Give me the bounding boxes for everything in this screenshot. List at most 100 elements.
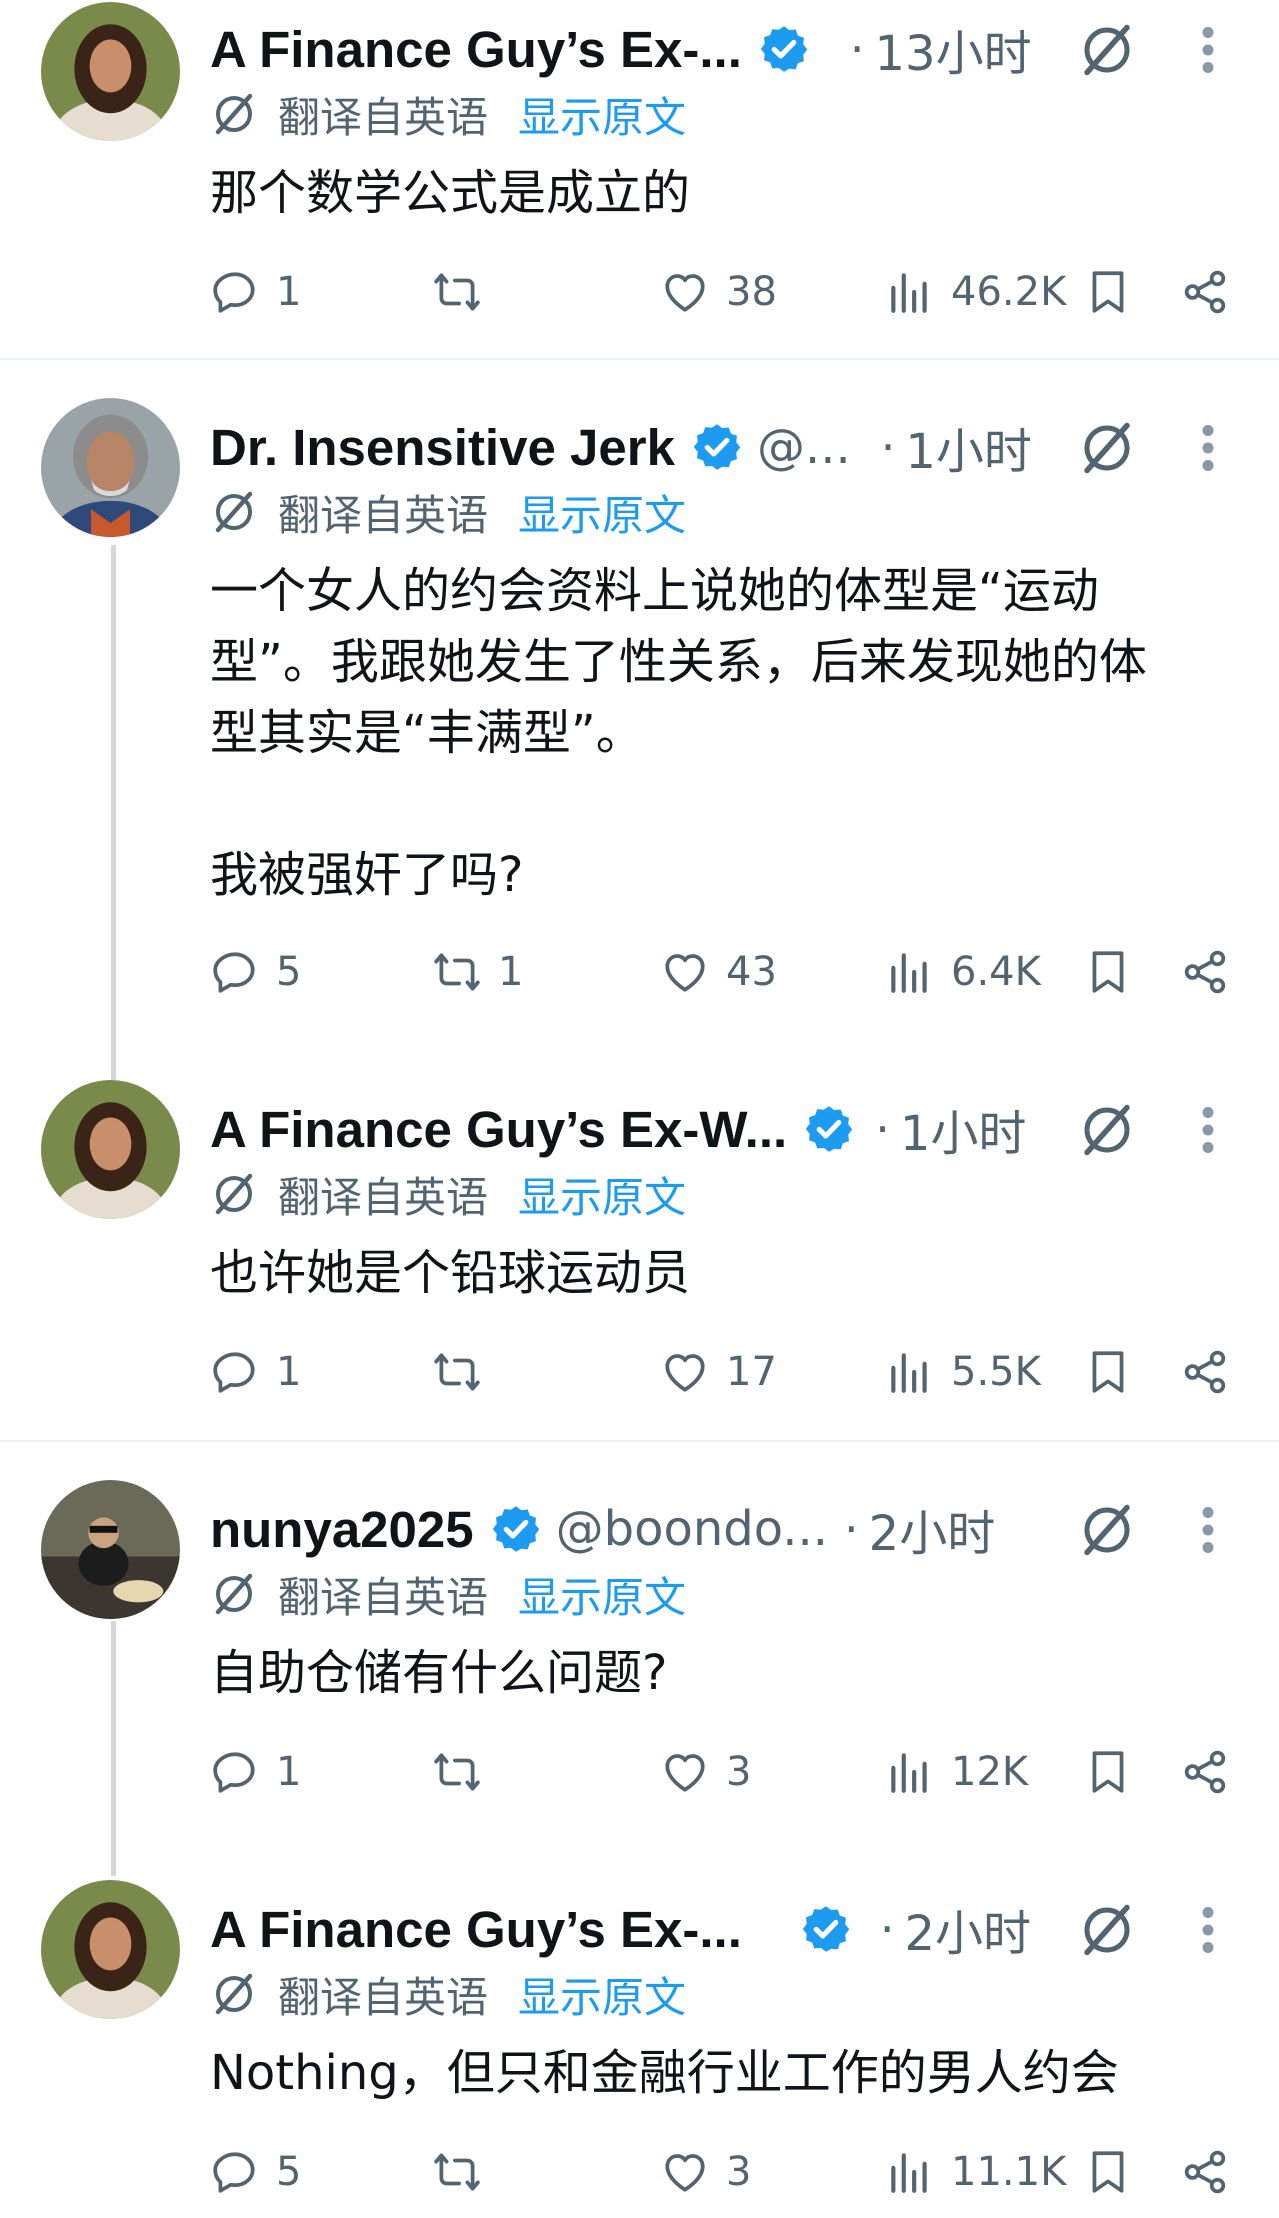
- repost-button[interactable]: [432, 2142, 498, 2202]
- tweet-header: A Finance Guy’s Ex-... · 13小时: [210, 14, 1032, 84]
- grok-icon[interactable]: [1077, 418, 1137, 478]
- tweet[interactable]: A Finance Guy’s Ex-W... · 1小时 翻译自英语 显示原文…: [0, 1080, 1279, 1440]
- reply-icon: [213, 1752, 255, 1793]
- separator-dot: ·: [844, 1502, 859, 1556]
- reply-button[interactable]: 1: [210, 1342, 301, 1402]
- avatar[interactable]: [41, 398, 180, 537]
- more-options-icon[interactable]: [1196, 1900, 1220, 1960]
- timestamp[interactable]: 1小时: [900, 1094, 1027, 1164]
- grok-icon[interactable]: [1077, 1900, 1137, 1960]
- timestamp[interactable]: 1小时: [905, 412, 1032, 482]
- grok-icon: [215, 1973, 253, 2015]
- heart-icon: [665, 2154, 705, 2192]
- view-count: 46.2K: [951, 269, 1067, 315]
- grok-icon: [215, 1173, 253, 1215]
- bookmark-icon[interactable]: [1083, 2145, 1133, 2199]
- show-original-link[interactable]: 显示原文: [518, 84, 686, 145]
- tweet[interactable]: nunya2025 @boondo... · 2小时 翻译自英语 显示原文 自助…: [0, 1480, 1279, 1840]
- show-original-link[interactable]: 显示原文: [518, 1964, 686, 2025]
- share-icon[interactable]: [1180, 1345, 1230, 1399]
- reply-button[interactable]: 5: [210, 942, 301, 1002]
- views-icon: [891, 1753, 927, 1793]
- heart-icon: [665, 954, 705, 992]
- user-handle[interactable]: @...: [757, 419, 851, 475]
- share-icon[interactable]: [1180, 1745, 1230, 1799]
- more-options-icon[interactable]: [1196, 20, 1220, 80]
- reply-icon: [213, 1352, 255, 1393]
- more-options-icon[interactable]: [1196, 1500, 1220, 1560]
- repost-button[interactable]: [432, 1742, 498, 1802]
- translated-from-label: 翻译自英语: [278, 92, 489, 142]
- view-count: 6.4K: [951, 949, 1041, 995]
- show-original-link[interactable]: 显示原文: [518, 1164, 686, 1225]
- grok-icon[interactable]: [1077, 20, 1137, 80]
- like-button[interactable]: 3: [660, 1742, 751, 1802]
- tweet[interactable]: Dr. Insensitive Jerk @... · 1小时 翻译自英语 显示…: [0, 398, 1279, 1038]
- reply-button[interactable]: 1: [210, 262, 301, 322]
- display-name[interactable]: A Finance Guy’s Ex-W...: [210, 1100, 787, 1159]
- repost-button[interactable]: 1: [432, 942, 523, 1002]
- separator-dot: ·: [879, 1902, 895, 1956]
- avatar[interactable]: [41, 2, 180, 141]
- avatar[interactable]: [41, 1480, 180, 1619]
- grok-icon: [215, 491, 253, 533]
- views-button[interactable]: 46.2K: [885, 262, 1066, 322]
- tweet-divider: [0, 358, 1279, 360]
- bookmark-icon[interactable]: [1083, 1345, 1133, 1399]
- bookmark-icon[interactable]: [1083, 1745, 1133, 1799]
- timestamp[interactable]: 2小时: [869, 1494, 996, 1564]
- tweet-text: Nothing，但只和金融行业工作的男人约会: [210, 2045, 1119, 2101]
- like-count: 38: [726, 269, 777, 315]
- tweet-text: 那个数学公式是成立的: [210, 165, 691, 221]
- timestamp[interactable]: 13小时: [875, 14, 1032, 84]
- show-original-link[interactable]: 显示原文: [518, 1564, 686, 1625]
- reply-button[interactable]: 5: [210, 2142, 301, 2202]
- grok-icon[interactable]: [1077, 1100, 1137, 1160]
- repost-button[interactable]: [432, 262, 498, 322]
- verified-badge-icon: [492, 1506, 539, 1552]
- tweet-text: 自助仓储有什么问题?: [210, 1645, 668, 1701]
- timestamp[interactable]: 2小时: [905, 1894, 1032, 1964]
- like-button[interactable]: 38: [660, 262, 777, 322]
- reply-count: 5: [276, 2149, 302, 2195]
- views-button[interactable]: 6.4K: [885, 942, 1041, 1002]
- heart-icon: [665, 1354, 705, 1392]
- views-button[interactable]: 5.5K: [885, 1342, 1041, 1402]
- reply-icon: [213, 952, 255, 993]
- more-options-icon[interactable]: [1196, 1100, 1220, 1160]
- reply-count: 1: [276, 269, 302, 315]
- views-button[interactable]: 11.1K: [885, 2142, 1066, 2202]
- display-name[interactable]: A Finance Guy’s Ex-...: [210, 1900, 742, 1959]
- repost-button[interactable]: [432, 1342, 498, 1402]
- share-icon[interactable]: [1180, 2145, 1230, 2199]
- avatar[interactable]: [41, 1880, 180, 2019]
- tweet[interactable]: A Finance Guy’s Ex-... · 13小时 翻译自英语 显示原文…: [0, 0, 1279, 358]
- show-original-link[interactable]: 显示原文: [518, 482, 686, 543]
- like-count: 3: [726, 1749, 752, 1795]
- reply-button[interactable]: 1: [210, 1742, 301, 1802]
- share-icon[interactable]: [1180, 945, 1230, 999]
- bookmark-icon[interactable]: [1083, 945, 1133, 999]
- user-handle[interactable]: @boondo...: [556, 1501, 828, 1557]
- repost-icon: [434, 2153, 480, 2191]
- separator-dot: ·: [875, 1102, 890, 1156]
- avatar[interactable]: [41, 1080, 180, 1219]
- display-name[interactable]: Dr. Insensitive Jerk: [210, 418, 675, 477]
- grok-icon: [215, 93, 253, 135]
- display-name[interactable]: A Finance Guy’s Ex-...: [210, 20, 742, 79]
- bookmark-icon[interactable]: [1083, 265, 1133, 319]
- repost-count: 1: [498, 949, 524, 995]
- views-button[interactable]: 12K: [885, 1742, 1028, 1802]
- like-button[interactable]: 43: [660, 942, 777, 1002]
- like-button[interactable]: 3: [660, 2142, 751, 2202]
- tweet-header: A Finance Guy’s Ex-... · 2小时: [210, 1894, 1031, 1964]
- display-name[interactable]: nunya2025: [210, 1500, 474, 1559]
- view-count: 11.1K: [951, 2149, 1067, 2195]
- like-button[interactable]: 17: [660, 1342, 777, 1402]
- translation-bar: 翻译自英语 显示原文: [210, 1166, 686, 1222]
- tweet[interactable]: A Finance Guy’s Ex-... · 2小时 翻译自英语 显示原文 …: [0, 1880, 1279, 2218]
- share-icon[interactable]: [1180, 265, 1230, 319]
- more-options-icon[interactable]: [1196, 418, 1220, 478]
- verified-badge-icon: [802, 1906, 850, 1952]
- grok-icon[interactable]: [1077, 1500, 1137, 1560]
